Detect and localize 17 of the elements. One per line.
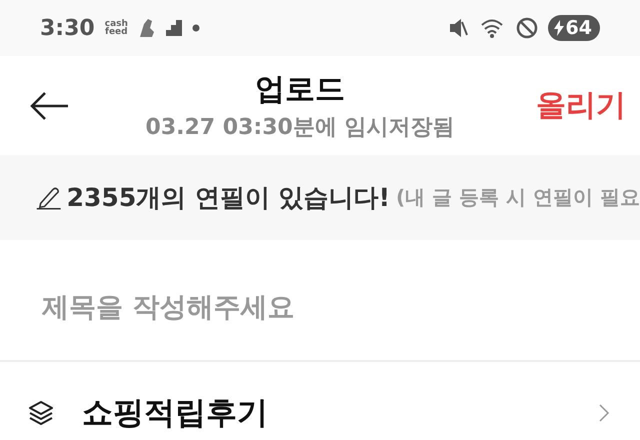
battery-indicator: 64 [548, 15, 600, 41]
mute-icon [450, 18, 470, 38]
back-arrow-icon[interactable] [30, 90, 70, 120]
stairs-icon [166, 20, 182, 36]
blocked-icon [516, 17, 538, 39]
chevron-right-icon[interactable] [598, 403, 610, 423]
upload-button[interactable]: 올리기 [530, 85, 632, 126]
dot-icon [192, 24, 200, 32]
page-title: 업로드 [255, 71, 345, 109]
pencil-note: (내 글 등록 시 연필이 필요 [396, 184, 640, 211]
layers-icon [28, 400, 54, 426]
app-logo: cash feed [104, 20, 128, 36]
pencil-count-message: 2355개의 연필이 있습니다! [66, 182, 390, 214]
status-time: 3:30 [40, 16, 95, 40]
title-input-field[interactable]: 제목을 작성해주세요 [40, 291, 600, 324]
autosave-note: 03.27 03:30분에 임시저장됨 [146, 114, 454, 142]
category-selector[interactable]: 쇼핑적립후기 [82, 392, 570, 434]
